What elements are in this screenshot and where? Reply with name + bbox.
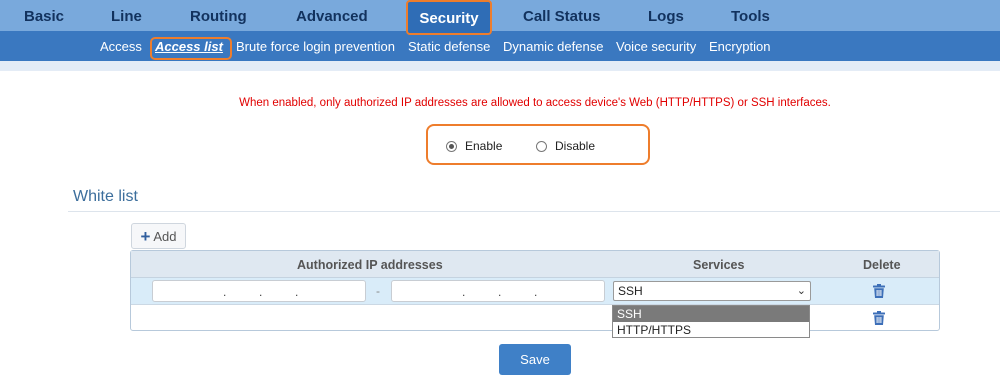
tab-line[interactable]: Line bbox=[111, 0, 142, 31]
services-option-ssh[interactable]: SSH bbox=[613, 306, 809, 322]
services-select[interactable]: SSH ⌄ bbox=[613, 281, 811, 301]
chevron-down-icon: ⌄ bbox=[796, 285, 806, 297]
disable-radio[interactable]: Disable bbox=[536, 138, 595, 154]
main-nav: Basic Line Routing Advanced Security Cal… bbox=[0, 0, 1000, 35]
tab-security[interactable]: Security bbox=[406, 0, 492, 35]
table-header: Authorized IP addresses Services Delete bbox=[131, 251, 939, 278]
disable-label: Disable bbox=[555, 139, 596, 153]
subnav-encryption[interactable]: Encryption bbox=[709, 31, 770, 61]
add-button-label: Add bbox=[153, 228, 177, 244]
tab-routing[interactable]: Routing bbox=[190, 0, 247, 31]
tab-advanced[interactable]: Advanced bbox=[296, 0, 368, 31]
tab-tools[interactable]: Tools bbox=[731, 0, 770, 31]
column-services: Services bbox=[693, 258, 745, 272]
section-divider bbox=[68, 211, 1000, 212]
enable-disable-group: Enable Disable bbox=[426, 124, 650, 165]
plus-icon: + bbox=[140, 226, 151, 246]
services-option-http-https[interactable]: HTTP/HTTPS bbox=[613, 322, 809, 338]
nav-divider bbox=[0, 61, 1000, 71]
row-divider bbox=[131, 304, 939, 305]
ip-end-input[interactable]: ... bbox=[391, 280, 605, 302]
services-select-value: SSH bbox=[618, 284, 643, 298]
save-button[interactable]: Save bbox=[499, 344, 571, 375]
enable-label: Enable bbox=[465, 139, 503, 153]
subnav-access[interactable]: Access bbox=[100, 31, 142, 61]
tab-basic[interactable]: Basic bbox=[24, 0, 64, 31]
subnav-dynamic-defense[interactable]: Dynamic defense bbox=[503, 31, 603, 61]
services-dropdown: SSH HTTP/HTTPS bbox=[612, 305, 810, 338]
column-delete: Delete bbox=[863, 258, 901, 272]
white-list-table: Authorized IP addresses Services Delete … bbox=[130, 250, 940, 331]
radio-unselected-icon bbox=[536, 140, 547, 152]
add-button[interactable]: + Add bbox=[131, 223, 186, 249]
subnav-access-list[interactable]: Access list bbox=[155, 31, 223, 61]
column-authorized-ip: Authorized IP addresses bbox=[297, 258, 443, 272]
ip-start-input[interactable]: ... bbox=[152, 280, 366, 302]
subnav-brute-force-login-prevention[interactable]: Brute force login prevention bbox=[236, 31, 395, 61]
ip-octet-separators: ... bbox=[223, 285, 299, 299]
ip-range-separator: - bbox=[376, 284, 380, 298]
trash-icon[interactable] bbox=[873, 311, 885, 325]
sub-nav: Access Access list Brute force login pre… bbox=[0, 31, 1000, 61]
tab-call-status[interactable]: Call Status bbox=[523, 0, 601, 31]
subnav-voice-security[interactable]: Voice security bbox=[616, 31, 696, 61]
tab-logs[interactable]: Logs bbox=[648, 0, 684, 31]
white-list-title: White list bbox=[73, 188, 138, 205]
access-list-notice: When enabled, only authorized IP address… bbox=[239, 97, 831, 109]
enable-radio[interactable]: Enable bbox=[446, 138, 502, 154]
trash-icon[interactable] bbox=[873, 284, 885, 298]
ip-octet-separators: ... bbox=[462, 285, 538, 299]
radio-selected-icon bbox=[446, 140, 457, 152]
